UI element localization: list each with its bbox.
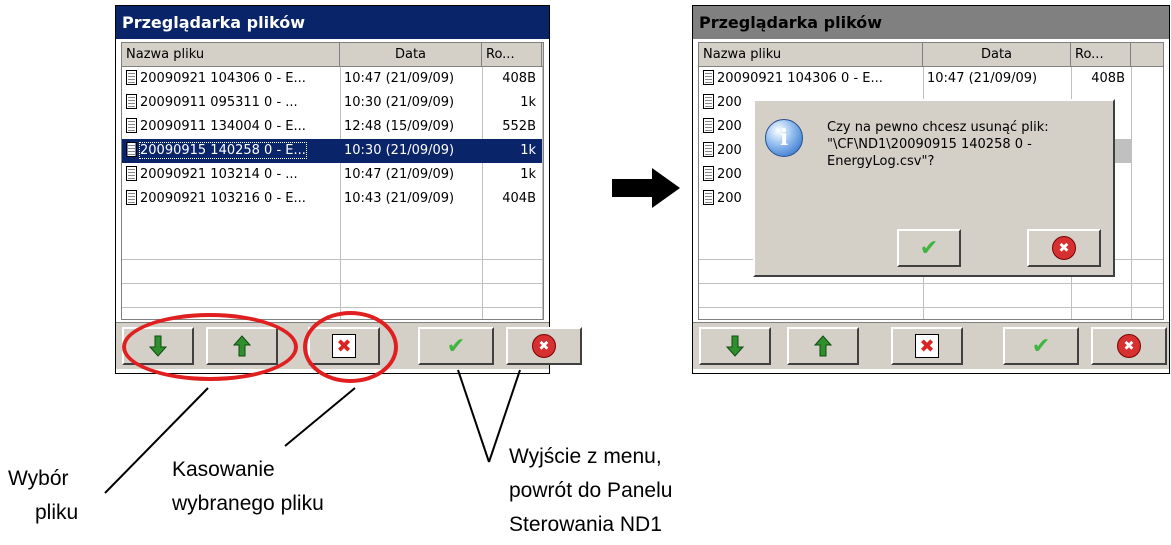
- annotation-file-selection: Wybór pliku: [8, 467, 79, 524]
- annotation-exit-menu: Wyjście z menu, powrót do Panelu Sterowa…: [509, 445, 673, 536]
- annotation-delete-file: Kasowanie wybranego pliku: [172, 458, 324, 515]
